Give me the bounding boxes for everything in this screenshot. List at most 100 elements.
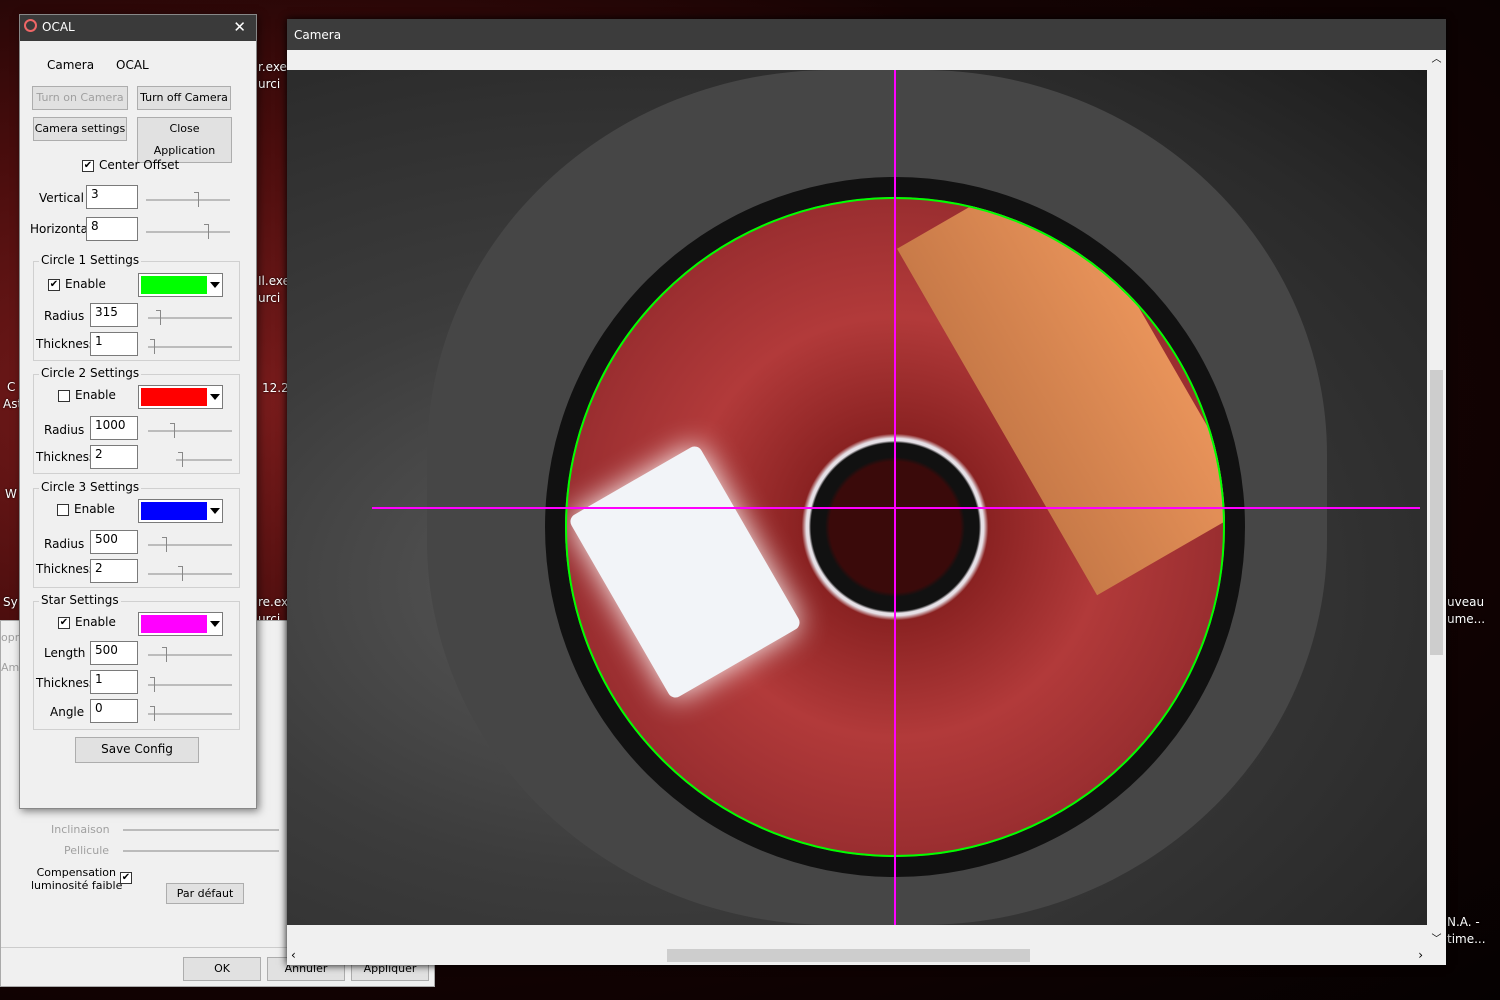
circle-2-color-select[interactable]	[138, 385, 223, 409]
star-angle-slider[interactable]	[148, 706, 232, 721]
circle-3-thickness-slider[interactable]	[148, 566, 232, 581]
chevron-down-icon	[210, 508, 220, 514]
ocal-window-title: OCAL	[42, 20, 75, 34]
star-angle-input[interactable]: 0	[90, 699, 138, 723]
circle-2-radius-label: Radius	[44, 423, 85, 437]
circle-2-thickness-slider[interactable]	[176, 452, 232, 467]
menu-camera[interactable]: Camera	[47, 58, 94, 72]
circle-1-radius-input[interactable]: 315	[90, 303, 138, 327]
label: opr	[1, 631, 20, 644]
circle-2-group: Circle 2 Settings Enable Radius 1000 Thi…	[33, 366, 240, 474]
star-crosshair-horizontal	[372, 507, 1420, 509]
desktop-icon-label[interactable]: Il.exe	[258, 274, 290, 288]
turn-off-camera-button[interactable]: Turn off Camera	[137, 86, 231, 110]
vertical-slider[interactable]	[146, 192, 230, 207]
circle-3-radius-slider[interactable]	[148, 537, 232, 552]
color-swatch	[141, 502, 207, 520]
circle-1-radius-label: Radius	[44, 309, 85, 323]
desktop-icon-label[interactable]: Sy	[3, 595, 18, 609]
compensation-checkbox[interactable]: ✔	[120, 872, 132, 884]
pellicule-label: Pellicule	[64, 844, 110, 857]
ocal-title-bar[interactable]: OCAL ✕	[20, 15, 256, 41]
circle-3-enable-checkbox[interactable]	[57, 504, 69, 516]
inclinaison-slider[interactable]	[123, 829, 279, 831]
camera-settings-button[interactable]: Camera settings	[33, 117, 127, 141]
scroll-up-icon[interactable]: ︿	[1427, 50, 1446, 65]
desktop-icon-label[interactable]: r.exe	[258, 60, 287, 74]
compensation-label: Compensation luminosité faible	[31, 866, 123, 892]
center-offset-label: Center Offset	[99, 158, 180, 172]
desktop-icon-label[interactable]: uveau	[1447, 595, 1484, 609]
default-button[interactable]: Par défaut	[166, 883, 244, 904]
circle-1-thickness-slider[interactable]	[148, 339, 232, 354]
circle-3-title: Circle 3 Settings	[39, 480, 142, 494]
horizontal-scroll-thumb[interactable]	[667, 949, 1030, 962]
camera-feed	[287, 70, 1427, 925]
turn-on-camera-button[interactable]: Turn on Camera	[32, 86, 128, 110]
close-application-button[interactable]: Close Application	[137, 117, 232, 163]
circle-1-title: Circle 1 Settings	[39, 253, 142, 267]
desktop-icon-label[interactable]: N.A. -	[1447, 915, 1480, 929]
circle-3-radius-input[interactable]: 500	[90, 530, 138, 554]
color-swatch	[141, 388, 207, 406]
inclinaison-label: Inclinaison	[51, 823, 110, 836]
star-enable-checkbox[interactable]: ✔	[58, 617, 70, 629]
desktop-icon-label[interactable]: ume...	[1447, 612, 1485, 626]
vertical-input[interactable]: 3	[86, 185, 138, 209]
pellicule-slider[interactable]	[123, 850, 279, 852]
center-offset-checkbox[interactable]: ✔	[82, 160, 94, 172]
ok-button[interactable]: OK	[183, 957, 261, 981]
desktop-icon-label[interactable]: 12.2	[262, 381, 289, 395]
save-config-button[interactable]: Save Config	[75, 737, 199, 763]
desktop-icon-label[interactable]: C	[7, 380, 15, 394]
scroll-down-icon[interactable]: ﹀	[1427, 930, 1446, 945]
star-length-input[interactable]: 500	[90, 641, 138, 665]
circle-1-thickness-input[interactable]: 1	[90, 332, 138, 356]
star-angle-label: Angle	[50, 705, 85, 719]
scroll-right-icon[interactable]: ›	[1418, 948, 1423, 962]
star-length-slider[interactable]	[148, 647, 232, 662]
app-icon	[24, 19, 37, 32]
camera-window: Camera ︿ ﹀ ‹ ›	[287, 19, 1446, 965]
horizontal-slider[interactable]	[146, 224, 230, 239]
desktop-icon-label[interactable]: W	[5, 487, 17, 501]
circle-2-enable-label: Enable	[75, 388, 116, 402]
color-swatch	[141, 276, 207, 294]
camera-window-title: Camera	[294, 28, 342, 42]
star-title: Star Settings	[39, 593, 121, 607]
star-group: Star Settings ✔ Enable Length 500 Thickn…	[33, 593, 240, 730]
color-swatch	[141, 615, 207, 633]
desktop-icon-label[interactable]: urci	[258, 291, 280, 305]
star-enable-label: Enable	[75, 615, 116, 629]
circle-1-enable-checkbox[interactable]: ✔	[48, 279, 60, 291]
camera-title-bar[interactable]: Camera	[287, 19, 1446, 50]
circle-2-radius-slider[interactable]	[148, 423, 232, 438]
star-thickness-slider[interactable]	[148, 677, 232, 692]
vertical-label: Vertical	[39, 191, 84, 205]
horizontal-label: Horizontal	[30, 222, 92, 236]
desktop-icon-label[interactable]: urci	[258, 77, 280, 91]
scroll-left-icon[interactable]: ‹	[291, 948, 296, 962]
circle-3-thickness-input[interactable]: 2	[90, 559, 138, 583]
desktop-icon-label[interactable]: time...	[1447, 932, 1486, 946]
horizontal-input[interactable]: 8	[86, 217, 138, 241]
circle-1-color-select[interactable]	[138, 273, 223, 297]
circle-3-color-select[interactable]	[138, 499, 223, 523]
star-length-label: Length	[44, 646, 86, 660]
circle-1-radius-slider[interactable]	[148, 310, 232, 325]
menu-ocal[interactable]: OCAL	[116, 58, 149, 72]
circle-3-enable-label: Enable	[74, 502, 115, 516]
circle-2-thickness-input[interactable]: 2	[90, 445, 138, 469]
circle-1-group: Circle 1 Settings ✔ Enable Radius 315 Th…	[33, 253, 240, 361]
vertical-scroll-thumb[interactable]	[1430, 370, 1443, 655]
circle-2-radius-input[interactable]: 1000	[90, 416, 138, 440]
circle-2-enable-checkbox[interactable]	[58, 390, 70, 402]
vertical-scrollbar[interactable]: ︿ ﹀	[1427, 50, 1446, 945]
chevron-down-icon	[210, 394, 220, 400]
horizontal-scrollbar[interactable]: ‹ ›	[287, 946, 1427, 965]
star-thickness-input[interactable]: 1	[90, 670, 138, 694]
ocal-window: OCAL ✕ Camera OCAL Turn on Camera Turn o…	[19, 14, 257, 809]
close-icon[interactable]: ✕	[233, 18, 246, 36]
star-color-select[interactable]	[138, 612, 223, 636]
circle-3-radius-label: Radius	[44, 537, 85, 551]
